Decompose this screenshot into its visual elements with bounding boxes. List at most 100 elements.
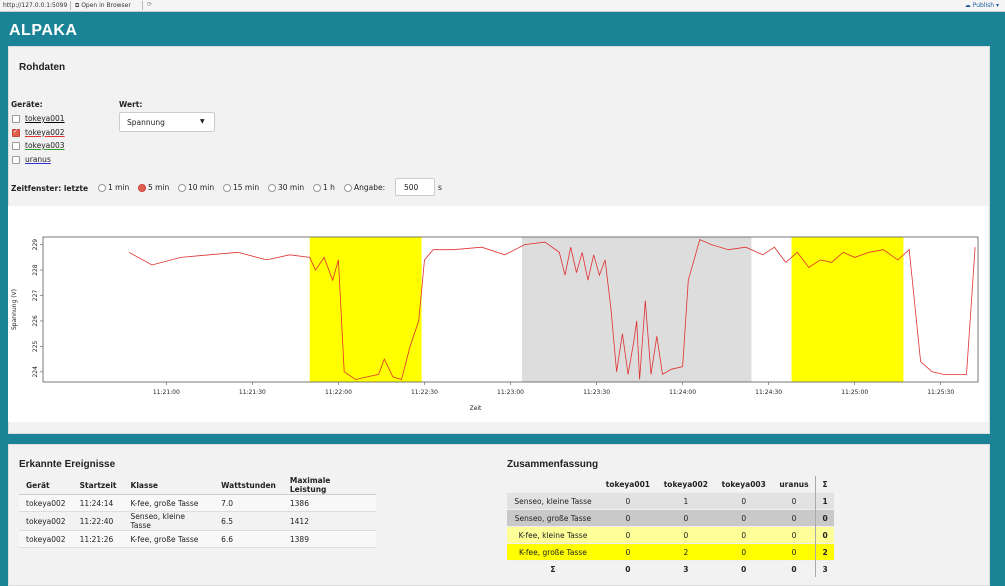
summary-row: Senseo, große Tasse 0 0 0 0 0 [507, 509, 834, 527]
summary-table: tokeya001 tokeya002 tokeya003 uranus Σ Sense… [507, 476, 834, 577]
checkbox[interactable] [12, 155, 20, 164]
summary-cell: Senseo, große Tasse [507, 509, 599, 527]
radio-label: 10 min [188, 183, 215, 192]
table-cell: K-fee, große Tasse [123, 494, 215, 512]
wert-label: Wert: [119, 100, 143, 109]
open-in-browser-label: Open in Browser [81, 2, 131, 9]
summary-cell: 0 [714, 509, 773, 527]
summary-cell: 2 [815, 543, 834, 561]
browser-toolbar: http://127.0.0.1:5099 ⧉ Open in Browser … [0, 0, 1005, 12]
summary-cell: 0 [714, 492, 773, 510]
summary-cell: 0 [772, 526, 816, 544]
device-checkbox-row[interactable]: tokeya001 [12, 114, 92, 125]
x-tick-label: 11:21:30 [239, 389, 266, 396]
radio-button[interactable] [223, 184, 231, 192]
publish-label: Publish ▾ [972, 2, 999, 9]
chevron-down-icon: ▼ [200, 118, 205, 125]
toolbar-separator [142, 1, 143, 10]
voltage-chart: 11:21:00 11:21:30 11:22:00 11:22:30 11:23:00… [11, 236, 979, 412]
checkbox[interactable] [12, 115, 20, 123]
angabe-unit: s [438, 183, 442, 192]
summary-cell: 0 [815, 526, 834, 544]
table-cell: K-fee, große Tasse [123, 530, 215, 548]
summary-table-header: tokeya001 tokeya002 tokeya003 uranus Σ [507, 476, 834, 493]
x-tick-label: 11:21:00 [153, 389, 180, 396]
toolbar-separator [70, 1, 71, 10]
radio-button[interactable] [98, 184, 106, 192]
table-cell: 11:24:14 [72, 494, 124, 512]
summary-cell: 0 [772, 509, 816, 527]
zusammenfassung-title: Zusammenfassung [507, 459, 599, 470]
radio-button[interactable] [268, 184, 276, 192]
column-header: tokeya003 [721, 479, 766, 489]
radio-button[interactable] [344, 184, 352, 192]
device-checkbox-row[interactable]: tokeya003 [12, 141, 92, 152]
device-label: tokeya002 [25, 127, 65, 137]
summary-cell: 1 [656, 492, 715, 510]
summary-row: K-fee, große Tasse 0 2 0 0 2 [507, 543, 834, 561]
summary-cell: K-fee, kleine Tasse [507, 526, 599, 544]
x-tick-label: 11:24:30 [755, 389, 782, 396]
radio-button[interactable] [178, 184, 186, 192]
table-cell: 1412 [282, 511, 376, 531]
summary-cell: 2 [656, 543, 715, 561]
radio-button[interactable] [138, 184, 146, 192]
open-in-browser-button[interactable]: ⧉ Open in Browser [75, 2, 131, 10]
table-row: tokeya002 11:24:14 K-fee, große Tasse 7.0 13… [19, 494, 376, 512]
summary-cell: 0 [598, 509, 657, 527]
app-title: ALPAKA [9, 22, 78, 39]
publish-button[interactable]: ☁ Publish ▾ [965, 2, 999, 9]
events-table: Gerät Startzeit Klasse Wattstunden Maximale … [19, 476, 376, 548]
table-cell: 6.6 [214, 530, 283, 548]
summary-cell: 0 [772, 543, 816, 561]
radio-label: 1 h [323, 183, 335, 192]
geraete-label: Geräte: [11, 100, 43, 109]
checkbox[interactable] [12, 142, 20, 150]
wert-select[interactable]: Spannung ▼ [119, 112, 215, 132]
summary-total-row: Σ03003 [507, 560, 834, 577]
y-axis-label: Spannung (V) [11, 289, 18, 330]
publish-icon: ☁ [964, 2, 973, 9]
url-text: http://127.0.0.1:5099 [3, 2, 68, 9]
radio-label: 15 min [233, 183, 260, 192]
summary-cell: 0 [815, 509, 834, 527]
summary-cell: 0 [714, 526, 773, 544]
checkbox[interactable] [12, 128, 20, 137]
y-tick-label: 227 [32, 290, 39, 302]
table-cell: tokeya002 [19, 530, 73, 548]
device-checkbox-row[interactable]: tokeya002 [12, 128, 92, 139]
angabe-input[interactable]: 500 [395, 178, 435, 196]
table-cell: 7.0 [214, 494, 283, 512]
summary-cell: K-fee, große Tasse [507, 543, 599, 561]
summary-row: K-fee, kleine Tasse 0 0 0 0 0 [507, 526, 834, 544]
x-tick-label: 11:23:30 [583, 389, 610, 396]
table-cell: tokeya002 [19, 494, 73, 512]
device-checkbox-row[interactable]: uranus [12, 155, 92, 166]
column-header: Klasse [123, 476, 215, 495]
table-cell: 1386 [282, 494, 376, 512]
radio-label: 30 min [278, 183, 305, 192]
summary-total-cell: 0 [772, 560, 816, 577]
y-tick-label: 229 [32, 239, 39, 251]
column-header: Gerät [19, 476, 73, 495]
summary-total-cell: 3 [656, 560, 715, 577]
angabe-input-value: 500 [404, 183, 419, 192]
x-axis-label: Zeit [470, 405, 482, 412]
y-tick-label: 228 [32, 264, 39, 276]
table-cell: 6.5 [214, 511, 283, 531]
refresh-icon[interactable]: ⟳ [147, 1, 152, 8]
column-header: Startzeit [72, 476, 124, 495]
device-label: uranus [25, 154, 51, 164]
summary-cell: 0 [598, 492, 657, 510]
zeitfenster-label: Zeitfenster: letzte [11, 184, 89, 193]
y-tick-label: 226 [32, 315, 39, 327]
radio-label: Angabe: [354, 183, 386, 192]
table-cell: Senseo, kleine Tasse [123, 511, 215, 531]
radio-button[interactable] [313, 184, 321, 192]
summary-total-cell: 0 [714, 560, 773, 577]
summary-cell: 0 [598, 543, 657, 561]
events-table-header: Gerät Startzeit Klasse Wattstunden Maximale … [19, 476, 376, 495]
x-tick-label: 11:25:00 [841, 389, 868, 396]
summary-total-cell: 3 [815, 560, 834, 577]
table-cell: 11:21:26 [72, 530, 124, 548]
